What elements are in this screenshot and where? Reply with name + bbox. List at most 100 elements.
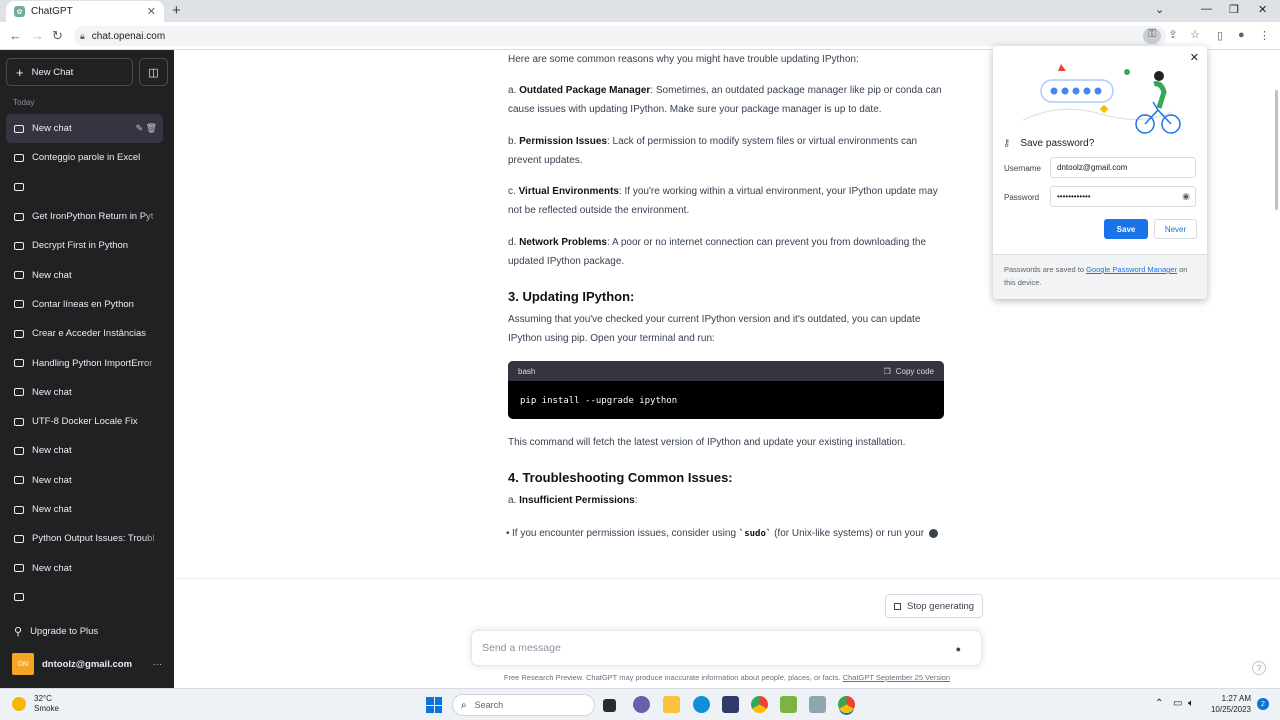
sidebar-chat-item[interactable]: Decrypt First in Python [6, 231, 163, 261]
store-icon[interactable] [722, 696, 739, 713]
password-key-icon[interactable]: ⚿ [1143, 28, 1161, 44]
share-icon[interactable]: ⇪ [1164, 28, 1182, 44]
sidebar-chat-item[interactable] [6, 582, 163, 613]
copy-code-button[interactable]: ❐ Copy code [884, 362, 934, 381]
eye-icon[interactable]: ◉ [1182, 191, 1190, 202]
chrome-icon[interactable] [751, 696, 768, 713]
weather-widget[interactable]: 32°C Smoke [12, 694, 59, 714]
bookmark-star-icon[interactable]: ☆ [1186, 28, 1204, 44]
label-fade [143, 436, 163, 466]
sidebar-chat-item[interactable]: New chat [6, 553, 163, 583]
chat-bubble-icon [14, 505, 24, 514]
username-field[interactable]: dntoolz@gmail.com [1050, 157, 1196, 178]
password-popup-footer: Passwords are saved to Google Password M… [993, 254, 1207, 299]
system-clock[interactable]: 1:27 AM 10/25/2023 [1205, 693, 1251, 715]
edit-delete-icons[interactable]: ✎ 🗑︎ [136, 123, 157, 134]
tab-close-icon[interactable]: ✕ [147, 5, 156, 18]
sidebar-chat-item[interactable]: New chat [6, 436, 163, 466]
browser-tab-bar: ✿ ChatGPT ✕ + ⌄ — ❐ ✕ [0, 0, 1280, 22]
code-text[interactable]: pip install --upgrade ipython [508, 381, 944, 419]
address-bar[interactable]: 🔒︎ chat.openai.com ⚿ ⇪ ☆ [74, 26, 1200, 46]
label-fade [143, 553, 163, 583]
browser-tab[interactable]: ✿ ChatGPT ✕ [6, 1, 164, 22]
sidebar-chat-item[interactable]: Get IronPython Return in Pyt [6, 201, 163, 232]
chat-bubble-icon [14, 476, 24, 485]
chatgpt-favicon-icon: ✿ [14, 6, 25, 17]
send-icon[interactable]: ● [956, 644, 961, 654]
label-fade [143, 494, 163, 525]
sidebar-chat-item[interactable]: New chat [6, 465, 163, 495]
avatar: DN [12, 653, 34, 675]
composer-area: Stop generating ● Free Research Preview.… [174, 578, 1280, 688]
sidebar-toggle-button[interactable]: ◫ [139, 58, 168, 86]
sidebar-chat-item[interactable]: Handling Python ImportError [6, 348, 163, 378]
username-value: dntoolz@gmail.com [1057, 163, 1128, 172]
label-fade [143, 406, 163, 437]
intro-text: Here are some common reasons why you mig… [508, 54, 859, 65]
taskbar-search[interactable]: ⌕ Search [452, 694, 595, 716]
reload-icon[interactable]: ↻ [52, 28, 63, 44]
tray-chevron-icon[interactable]: ⌃ [1155, 698, 1163, 709]
bullet-permission: • If you encounter permission issues, co… [506, 524, 942, 544]
more-options-icon[interactable]: ··· [153, 659, 163, 670]
code-header: bash ❐ Copy code [508, 361, 944, 381]
sidebar-chat-item[interactable] [6, 172, 163, 202]
sidebar-chat-item[interactable]: New chat [6, 494, 163, 525]
window-close-button[interactable]: ✕ [1258, 3, 1267, 16]
label-fade [143, 465, 163, 495]
save-password-title: ⚷ Save password? [1003, 138, 1094, 149]
label-fade [143, 143, 163, 173]
edge-icon[interactable] [693, 696, 710, 713]
label-fade [143, 524, 163, 554]
sidebar-chat-item[interactable]: New chat [6, 377, 163, 407]
account-menu[interactable]: DN dntoolz@gmail.com ··· [12, 653, 162, 675]
sidebar-chat-item[interactable]: Crear e Acceder Instâncias [6, 319, 163, 349]
notification-badge[interactable]: 2 [1257, 698, 1269, 710]
windows-taskbar: 32°C Smoke ⌕ Search ⌃ ▭ 🔈︎ 1:27 AM 10/25/… [0, 688, 1280, 720]
sidebar-chat-item[interactable]: New chat [6, 260, 163, 290]
stop-generating-button[interactable]: Stop generating [885, 594, 984, 618]
task-view-icon[interactable] [603, 699, 616, 712]
save-button[interactable]: Save [1104, 219, 1148, 239]
password-manager-link[interactable]: Google Password Manager [1086, 265, 1177, 274]
forward-arrow-icon[interactable]: → [31, 28, 44, 43]
message-box[interactable]: ● [471, 630, 982, 666]
window-minimize-button[interactable]: — [1201, 3, 1212, 15]
notepad-icon[interactable] [780, 696, 797, 713]
profile-icon[interactable]: ● [1238, 29, 1245, 41]
never-button[interactable]: Never [1154, 219, 1197, 239]
password-field[interactable]: •••••••••••• ◉ [1050, 186, 1196, 207]
weather-condition: Smoke [34, 704, 59, 713]
upgrade-to-plus-button[interactable]: ⚲ Upgrade to Plus [14, 625, 98, 638]
chat-bubble-icon [14, 183, 24, 192]
sidebar-chat-item[interactable]: Python Output Issues: Troubl [6, 524, 163, 554]
new-chat-button[interactable]: + New Chat [6, 58, 133, 86]
message-input[interactable] [482, 642, 942, 654]
page-scrollbar[interactable] [1275, 90, 1278, 210]
lock-icon[interactable]: 🔒︎ [80, 31, 85, 42]
app-icon[interactable] [809, 696, 826, 713]
stop-label: Stop generating [907, 600, 975, 612]
tab-search-icon[interactable]: ⌄ [1155, 3, 1164, 16]
sidebar-chat-item[interactable]: Conteggio parole in Excel [6, 143, 163, 173]
teams-chat-icon[interactable] [633, 696, 650, 713]
side-panel-icon[interactable]: ▯ [1217, 29, 1223, 42]
sidebar-chat-item[interactable]: UTF-8 Docker Locale Fix [6, 406, 163, 437]
sidebar-chat-item[interactable]: New chat ✎ 🗑︎ [6, 114, 163, 144]
chat-bubble-icon [14, 212, 24, 221]
chrome-active-icon[interactable] [838, 696, 855, 713]
close-icon[interactable]: ✕ [1190, 51, 1199, 64]
version-link[interactable]: ChatGPT September 25 Version [843, 673, 950, 682]
file-explorer-icon[interactable] [663, 696, 680, 713]
more-menu-icon[interactable]: ⋮ [1259, 29, 1270, 42]
help-icon[interactable]: ? [1252, 661, 1266, 675]
window-restore-button[interactable]: ❐ [1229, 3, 1239, 16]
sidebar-chat-item[interactable]: Contar líneas en Python [6, 289, 163, 320]
network-icon[interactable]: ▭ [1173, 698, 1182, 709]
new-tab-button[interactable]: + [172, 2, 181, 19]
volume-icon[interactable]: 🔈︎ [1188, 698, 1194, 709]
chat-bubble-icon [14, 359, 24, 368]
back-arrow-icon[interactable]: ← [9, 28, 22, 43]
start-windows-icon[interactable] [426, 697, 442, 713]
plus-icon: + [16, 64, 24, 80]
